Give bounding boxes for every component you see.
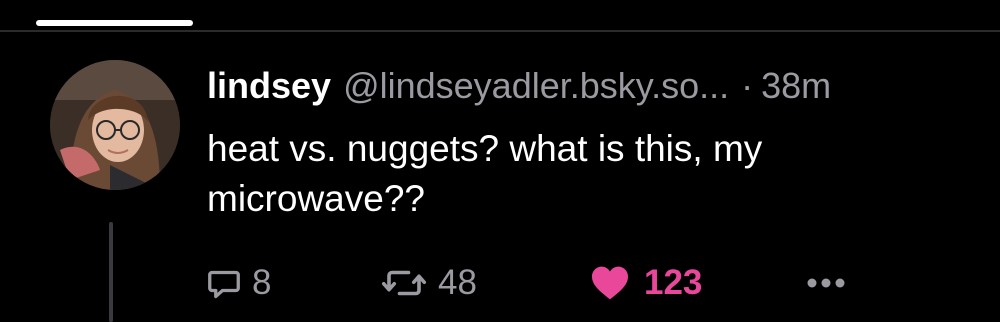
separator-dot: · bbox=[741, 65, 754, 106]
reply-count: 8 bbox=[252, 263, 272, 302]
author-handle[interactable]: @lindseyadler.bsky.so... bbox=[343, 65, 729, 106]
heart-icon bbox=[590, 265, 630, 301]
reply-icon bbox=[206, 265, 242, 301]
author-display-name[interactable]: lindsey bbox=[207, 65, 331, 106]
post-body-text: heat vs. nuggets? what is this, my micro… bbox=[207, 128, 763, 219]
post-header: lindsey @lindseyadler.bsky.so... · 38m bbox=[207, 64, 831, 108]
header-divider bbox=[0, 30, 1000, 32]
like-count: 123 bbox=[644, 263, 703, 302]
more-options-button[interactable] bbox=[806, 258, 846, 308]
repost-button[interactable]: 48 bbox=[380, 258, 477, 308]
reply-button[interactable]: 8 bbox=[206, 258, 271, 308]
post-timestamp[interactable]: 38m bbox=[761, 65, 831, 106]
like-button[interactable]: 123 bbox=[590, 258, 702, 308]
post-actions: 8 48 123 bbox=[0, 258, 1000, 308]
repost-count: 48 bbox=[438, 263, 477, 302]
avatar-photo bbox=[50, 60, 180, 190]
more-icon bbox=[806, 277, 846, 289]
active-tab-indicator bbox=[36, 20, 193, 26]
avatar[interactable] bbox=[50, 60, 180, 190]
repost-icon bbox=[380, 265, 428, 301]
